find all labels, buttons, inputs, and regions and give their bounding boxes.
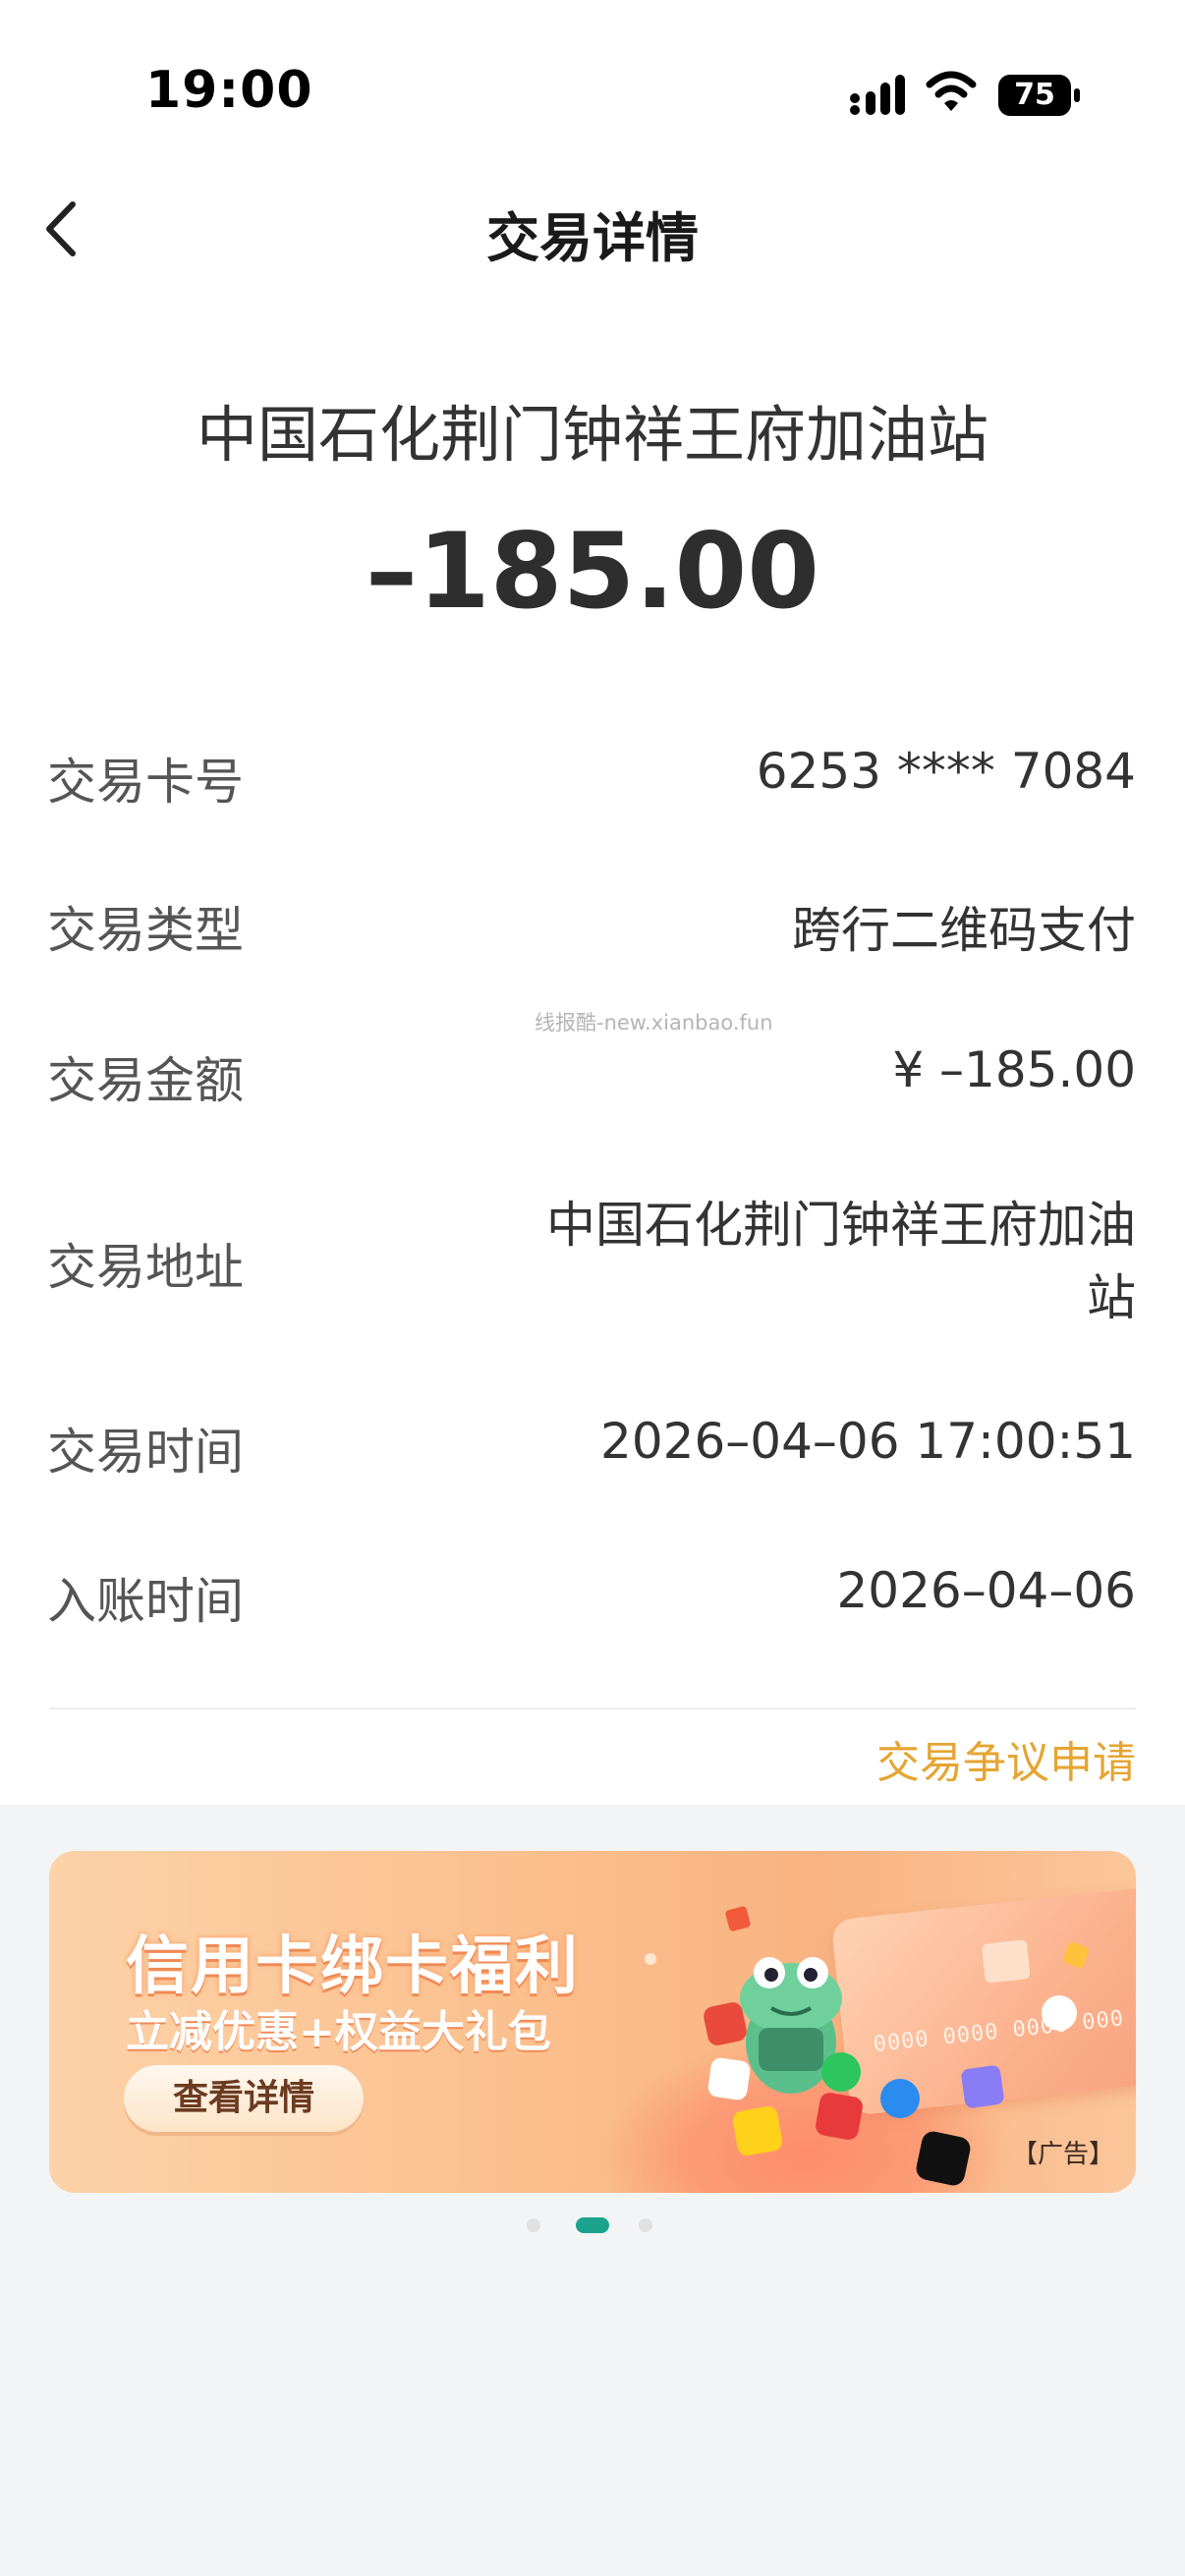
carousel-indicator	[527, 2216, 658, 2236]
dispute-link[interactable]: 交易争议申请	[876, 1727, 1136, 1790]
value-transaction-amount: ¥ –185.00	[892, 1041, 1136, 1098]
value-transaction-time: 2026–04–06 17:00:51	[600, 1413, 1136, 1470]
battery-level: 75	[1014, 78, 1055, 112]
value-card-number: 6253 **** 7084	[756, 743, 1136, 800]
carousel-dot	[639, 2218, 652, 2232]
label-transaction-time: 交易时间	[47, 1424, 244, 1481]
value-transaction-address: 中国石化荆门钟祥王府加油站	[546, 1197, 1136, 1326]
divider	[49, 1708, 1136, 1709]
view-details-button[interactable]: 查看详情	[124, 2065, 364, 2132]
status-time: 19:00	[145, 61, 313, 120]
label-transaction-type: 交易类型	[47, 902, 244, 959]
watermark-text: 线报酷-new.xianbao.fun	[535, 1011, 773, 1035]
value-transaction-type: 跨行二维码支付	[792, 902, 1136, 959]
merchant-name: 中国石化荆门钟祥王府加油站	[196, 399, 988, 471]
label-card-number: 交易卡号	[47, 754, 244, 811]
banner-subtitle: 立减优惠+权益大礼包	[126, 2007, 551, 2057]
cellular-signal-icon	[850, 75, 905, 115]
carousel-dot-active	[576, 2217, 609, 2233]
banner-title: 信用卡绑卡福利	[126, 1931, 580, 2003]
label-transaction-amount: 交易金额	[47, 1052, 244, 1109]
carousel-dot	[527, 2218, 540, 2232]
page-title: 交易详情	[486, 207, 699, 269]
wifi-icon	[926, 71, 977, 111]
transaction-amount: –185.00	[365, 511, 820, 632]
label-transaction-address: 交易地址	[47, 1239, 244, 1296]
value-posting-time: 2026–04–06	[836, 1562, 1137, 1619]
ad-label: 【广告】	[1012, 2140, 1115, 2169]
battery-icon: 75	[998, 75, 1081, 116]
label-posting-time: 入账时间	[47, 1573, 244, 1630]
promo-banner[interactable]: 0000 0000 0000 000 信用卡绑卡福利 立减优惠+权益大礼包 查看…	[49, 1851, 1136, 2193]
